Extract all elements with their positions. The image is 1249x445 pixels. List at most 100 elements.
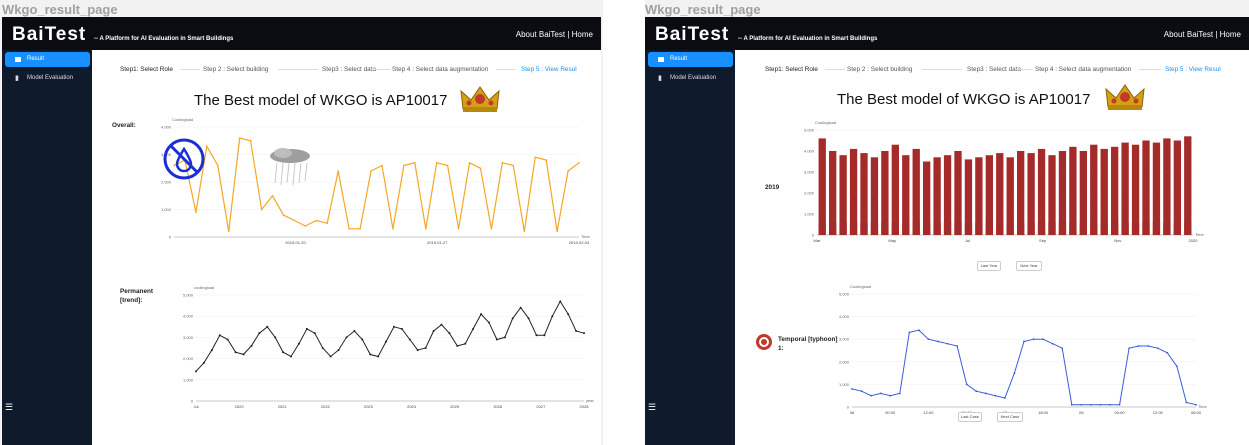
data-point bbox=[927, 338, 930, 341]
bar-base bbox=[1184, 222, 1192, 235]
bar bbox=[1173, 140, 1181, 235]
bar bbox=[1184, 136, 1192, 235]
last-case-button[interactable]: Last Case bbox=[958, 412, 982, 422]
bar-base bbox=[912, 222, 920, 235]
y-axis-label: Coolingload bbox=[172, 117, 193, 122]
app-logo[interactable]: BaiTest bbox=[655, 24, 729, 46]
data-point bbox=[994, 394, 997, 397]
data-point bbox=[400, 327, 403, 330]
link-separator: | bbox=[567, 30, 570, 39]
data-point bbox=[578, 161, 580, 164]
no-water-icon bbox=[163, 138, 205, 180]
data-point bbox=[271, 194, 274, 197]
y-tick-label: 2,000 bbox=[183, 356, 194, 361]
top-links: About BaiTest | Home bbox=[516, 30, 593, 39]
step-5[interactable]: Step 5 : View Resul bbox=[521, 66, 577, 73]
y-tick-label: 0 bbox=[847, 405, 850, 410]
sidebar-item-model-evaluation[interactable]: ▮ Model Evaluation bbox=[648, 71, 733, 86]
bar-base bbox=[1048, 222, 1056, 235]
next-case-button[interactable]: Next Case bbox=[997, 412, 1023, 422]
data-point bbox=[238, 137, 241, 139]
trend-label: Permanent [trend]: bbox=[120, 287, 153, 305]
about-link[interactable]: About BaiTest bbox=[1164, 30, 1213, 39]
y-tick-label: 3,000 bbox=[804, 170, 815, 175]
step-4[interactable]: Step 4 : Select data augmentation bbox=[1035, 66, 1131, 73]
data-point bbox=[282, 351, 285, 354]
menu-icon[interactable]: ☰ bbox=[5, 402, 13, 413]
series-line bbox=[195, 300, 585, 372]
app-logo[interactable]: BaiTest bbox=[12, 24, 86, 46]
sidebar-item-label: Result bbox=[27, 56, 45, 62]
bar-base bbox=[975, 222, 983, 235]
data-point bbox=[377, 355, 380, 358]
bar-base bbox=[1058, 222, 1067, 235]
data-point bbox=[984, 392, 987, 395]
x-tick-label: Mar bbox=[814, 238, 822, 243]
top-bar: BaiTest -- A Platform for AI Evaluation … bbox=[2, 17, 601, 50]
data-point bbox=[501, 161, 504, 164]
last-year-button[interactable]: Last Year bbox=[977, 261, 1001, 271]
home-link[interactable]: Home bbox=[1220, 30, 1241, 39]
sidebar-item-result[interactable]: Result bbox=[648, 52, 733, 67]
data-point bbox=[545, 159, 547, 161]
link-separator: | bbox=[1215, 30, 1218, 39]
x-tick-label: Jul bbox=[965, 238, 970, 243]
bar bbox=[1111, 146, 1119, 235]
y-tick-label: 5,000 bbox=[804, 128, 815, 133]
data-point bbox=[435, 161, 438, 164]
y-tick-label: 4,000 bbox=[839, 314, 850, 319]
bar-base bbox=[996, 222, 1004, 235]
about-link[interactable]: About BaiTest bbox=[516, 30, 565, 39]
best-model-headline: The Best model of WKGO is AP10017 bbox=[837, 91, 1091, 108]
data-point bbox=[1061, 347, 1064, 350]
y-tick-label: 1,000 bbox=[183, 377, 194, 382]
step-1[interactable]: Step1: Select Role bbox=[765, 66, 818, 73]
x-axis-end-label: Time bbox=[1195, 232, 1205, 237]
next-year-button[interactable]: Next Year bbox=[1016, 261, 1042, 271]
bar bbox=[1152, 142, 1161, 235]
data-point bbox=[290, 355, 293, 358]
step-5[interactable]: Step 5 : View Resul bbox=[1165, 66, 1221, 73]
data-point bbox=[1118, 403, 1121, 406]
home-link[interactable]: Home bbox=[572, 30, 593, 39]
y-tick-label: 4,000 bbox=[804, 149, 815, 154]
trend-label-line2: [trend]: bbox=[120, 297, 143, 304]
bar-base bbox=[985, 222, 993, 235]
data-point bbox=[416, 349, 419, 352]
bar-base bbox=[1100, 222, 1108, 235]
step-4[interactable]: Step 4 : Select data augmentation bbox=[392, 66, 488, 73]
bar bbox=[849, 148, 858, 235]
data-point bbox=[898, 392, 901, 395]
bar bbox=[1037, 148, 1046, 235]
data-point bbox=[226, 338, 229, 341]
data-point bbox=[556, 230, 558, 233]
step-2[interactable]: Step 2 : Select building bbox=[847, 66, 912, 73]
bar-chart-icon: ▮ bbox=[15, 75, 19, 82]
x-tick-label: 00:00 bbox=[885, 410, 896, 415]
data-point bbox=[1013, 372, 1016, 374]
data-point bbox=[937, 340, 939, 343]
x-tick-label: 2021 bbox=[278, 404, 288, 409]
step-3[interactable]: Step3 : Select data bbox=[967, 66, 1021, 73]
bar-base bbox=[902, 222, 910, 235]
sidebar-item-result[interactable]: Result bbox=[5, 52, 90, 67]
data-point bbox=[369, 353, 372, 356]
data-point bbox=[534, 156, 537, 159]
x-tick-label: 00:00 bbox=[1115, 410, 1126, 415]
data-point bbox=[946, 342, 949, 345]
step-3[interactable]: Step3 : Select data bbox=[322, 66, 376, 73]
temporal-label-line1: Temporal [typhoon] bbox=[778, 336, 838, 343]
menu-icon[interactable]: ☰ bbox=[648, 402, 656, 413]
step-1[interactable]: Step1: Select Role bbox=[120, 66, 173, 73]
sidebar-item-model-evaluation[interactable]: ▮ Model Evaluation bbox=[5, 71, 90, 86]
data-point bbox=[1166, 351, 1169, 354]
envelope-icon bbox=[658, 57, 664, 62]
step-2[interactable]: Step 2 : Select building bbox=[203, 66, 268, 73]
data-point bbox=[258, 332, 261, 335]
crown-icon bbox=[460, 86, 500, 112]
data-point bbox=[1080, 403, 1083, 406]
data-point bbox=[559, 300, 562, 303]
x-tick-label: 2020 bbox=[235, 404, 245, 409]
app-frame: BaiTest -- A Platform for AI Evaluation … bbox=[2, 17, 601, 445]
data-point bbox=[1185, 401, 1188, 404]
